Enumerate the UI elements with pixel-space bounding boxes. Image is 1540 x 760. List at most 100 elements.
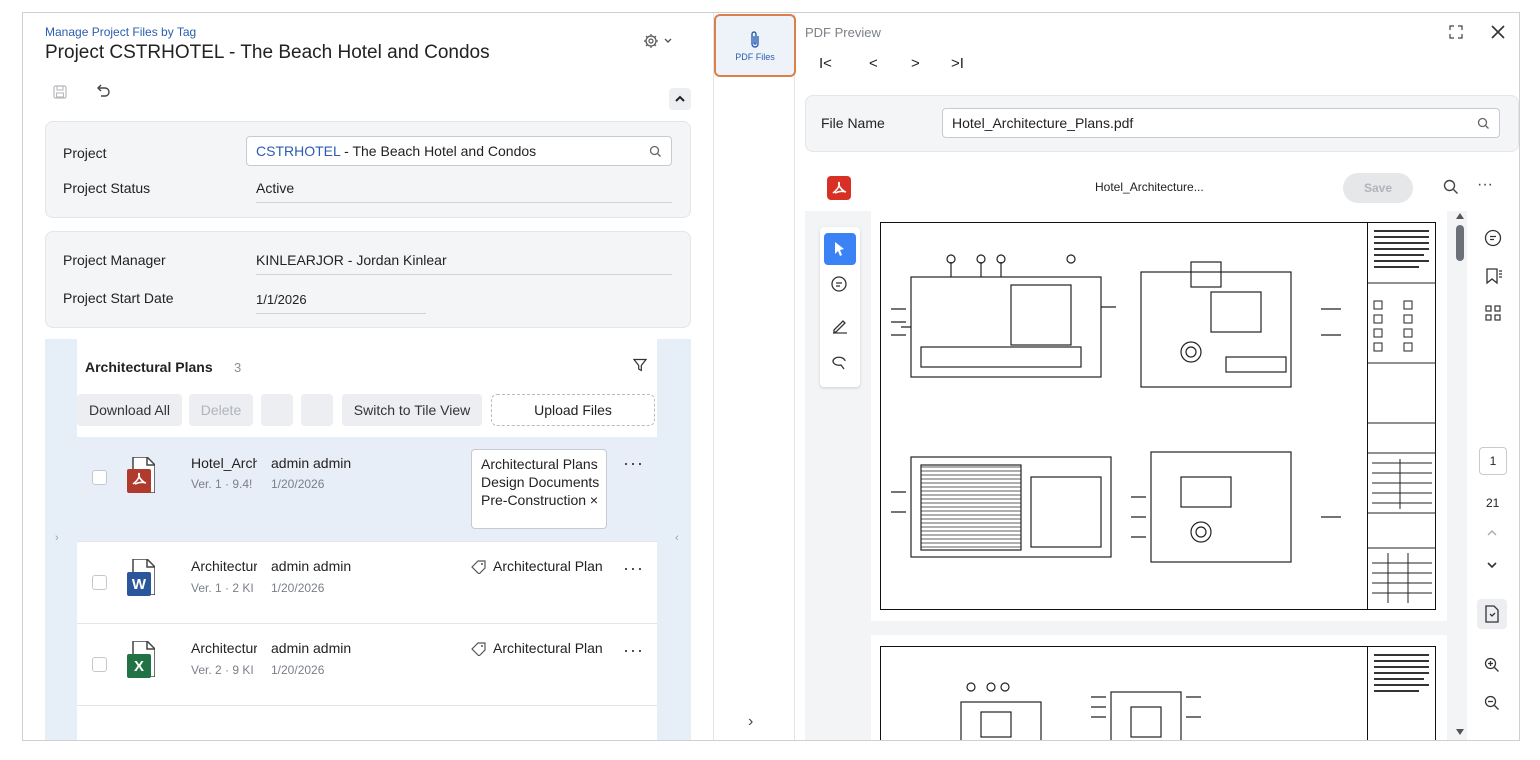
tag-chip[interactable]: Pre-Construction × (481, 491, 598, 509)
page-down-icon[interactable] (1486, 561, 1498, 569)
file-tag[interactable]: Architectural Plan (493, 640, 607, 656)
file-name-lookup[interactable]: Hotel_Architecture_Plans.pdf (942, 108, 1500, 138)
page-total: 21 (1486, 496, 1500, 510)
side-tab-strip: PDF Files › (713, 13, 796, 740)
annotation-toolbox (820, 227, 860, 387)
project-status-label: Project Status (63, 180, 151, 196)
zoom-out-icon[interactable] (1484, 695, 1500, 711)
project-manager-label: Project Manager (63, 252, 166, 268)
file-row[interactable]: Hotel_Archi Ver. 1 · 9.4! admin admin 1/… (77, 437, 657, 542)
expand-left-icon[interactable]: › (55, 532, 59, 544)
title-block-drawing (1368, 230, 1436, 603)
prev-page-button[interactable]: < (869, 55, 878, 72)
project-manager-value: KINLEARJOR - Jordan Kinlear (256, 252, 672, 275)
save-button[interactable]: Save (1343, 173, 1413, 203)
viewer-header: Hotel_Architecture... Save ··· (805, 165, 1519, 211)
expand-icon[interactable] (1449, 25, 1463, 39)
page-up-icon[interactable] (1486, 529, 1498, 537)
bookmarks-icon[interactable] (1485, 267, 1503, 285)
file-name[interactable]: Architecture (191, 640, 257, 656)
drawing-sheet (880, 222, 1436, 610)
file-name[interactable]: Hotel_Archi (191, 455, 257, 471)
toolbar-blank-button-2[interactable] (301, 394, 333, 426)
project-status-value: Active (256, 180, 672, 203)
search-icon[interactable] (1477, 117, 1490, 130)
pdf-logo-icon (827, 176, 851, 200)
file-name-value: Hotel_Architecture_Plans.pdf (952, 115, 1134, 131)
tag-chip[interactable]: Architectural Plans (481, 455, 598, 473)
chevron-up-icon (675, 95, 685, 102)
collapse-button[interactable] (669, 88, 691, 110)
row-checkbox[interactable] (92, 470, 107, 485)
search-icon[interactable] (1443, 179, 1459, 195)
viewer-scrollbar[interactable] (1453, 211, 1467, 740)
manager-card: Project Manager KINLEARJOR - Jordan Kinl… (45, 231, 691, 328)
last-page-button[interactable]: >I (951, 55, 964, 72)
file-tag[interactable]: Architectural Plan (493, 558, 607, 574)
page-number-input[interactable]: 1 (1479, 447, 1507, 475)
document-title: Hotel_Architecture... (1095, 180, 1204, 194)
row-checkbox[interactable] (92, 657, 107, 672)
tag-icon (471, 560, 487, 574)
scroll-up-icon[interactable] (1456, 213, 1464, 219)
file-row[interactable]: X Architecture Ver. 2 · 9 KI admin admin… (77, 624, 657, 706)
project-card: Project CSTRHOTEL - The Beach Hotel and … (45, 121, 691, 218)
lasso-tool-icon[interactable] (830, 353, 850, 373)
select-tool-icon[interactable] (824, 233, 856, 265)
file-row[interactable]: W Architecture Ver. 1 · 2 KI admin admin… (77, 542, 657, 624)
undo-icon[interactable] (95, 84, 111, 98)
file-name[interactable]: Architecture (191, 558, 257, 574)
row-more-icon[interactable]: ··· (623, 640, 644, 661)
files-grid-body: Architectural Plans 3 Download All Delet… (77, 339, 657, 740)
collapse-right-icon[interactable]: ‹ (675, 532, 679, 544)
thumbnails-grid-icon[interactable] (1485, 305, 1501, 321)
first-page-button[interactable]: I< (819, 55, 832, 72)
project-name: - The Beach Hotel and Condos (340, 143, 537, 159)
pdf-preview-panel: PDF Preview I< < > >I File Name Hotel_Ar… (795, 13, 1519, 740)
excel-badge: X (127, 654, 151, 678)
row-checkbox[interactable] (92, 575, 107, 590)
delete-button[interactable]: Delete (189, 394, 253, 426)
project-code-link[interactable]: CSTRHOTEL (256, 143, 340, 159)
title-block (1367, 223, 1436, 609)
scroll-down-icon[interactable] (1456, 729, 1464, 735)
app-frame: Manage Project Files by Tag Project CSTR… (22, 12, 1520, 741)
paperclip-icon (751, 31, 759, 48)
drawing-sheet (880, 646, 1436, 740)
viewer-side-controls: 1 21 (1467, 211, 1519, 740)
upload-files-button[interactable]: Upload Files (491, 394, 655, 426)
more-icon[interactable]: ··· (1477, 176, 1493, 194)
file-meta: Ver. 1 · 2 KI (191, 581, 254, 595)
comment-tool-icon[interactable] (830, 275, 850, 295)
expand-panel-icon[interactable]: › (748, 713, 753, 731)
scroll-thumb[interactable] (1456, 225, 1464, 261)
pen-tool-icon[interactable] (830, 315, 850, 335)
page-title: Project CSTRHOTEL - The Beach Hotel and … (45, 42, 490, 63)
project-label: Project (63, 145, 107, 161)
next-page-button[interactable]: > (911, 55, 920, 72)
row-more-icon[interactable]: ··· (623, 558, 644, 579)
project-lookup[interactable]: CSTRHOTEL - The Beach Hotel and Condos (246, 136, 672, 166)
switch-to-tile-view-button[interactable]: Switch to Tile View (342, 394, 482, 426)
file-name-card: File Name Hotel_Architecture_Plans.pdf (805, 95, 1519, 152)
row-more-icon[interactable]: ··· (623, 453, 644, 474)
tags-editor[interactable]: Architectural Plans Design Documents Pre… (471, 449, 607, 529)
title-block (1367, 647, 1435, 740)
toolbar-blank-button-1[interactable] (261, 394, 293, 426)
zoom-in-icon[interactable] (1484, 657, 1500, 673)
tab-pdf-files-label: PDF Files (735, 52, 775, 62)
file-date: 1/20/2026 (271, 663, 325, 677)
save-icon[interactable] (53, 85, 67, 99)
download-all-button[interactable]: Download All (77, 394, 182, 426)
breadcrumb[interactable]: Manage Project Files by Tag (45, 25, 196, 39)
pdf-page-1 (871, 211, 1447, 621)
tab-pdf-files[interactable]: PDF Files (714, 14, 796, 77)
settings-gear-icon[interactable] (643, 33, 675, 49)
page-mode-icon[interactable] (1477, 599, 1507, 629)
left-panel: Manage Project Files by Tag Project CSTR… (23, 13, 713, 740)
tag-chip[interactable]: Design Documents (481, 473, 599, 491)
search-icon[interactable] (649, 145, 662, 158)
filter-icon[interactable] (633, 358, 647, 372)
comments-panel-icon[interactable] (1484, 229, 1502, 247)
close-icon[interactable] (1491, 25, 1505, 39)
